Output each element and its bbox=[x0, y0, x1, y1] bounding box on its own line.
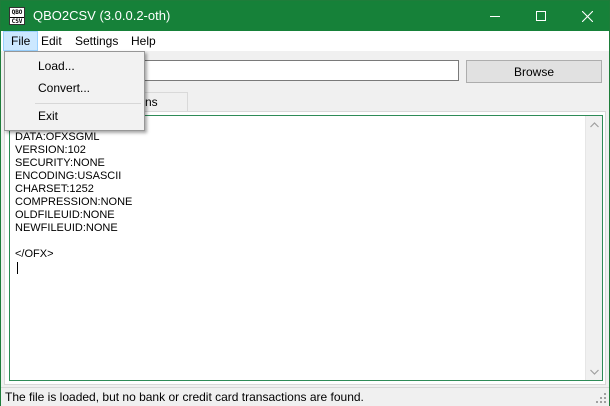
vertical-scrollbar[interactable] bbox=[585, 116, 602, 380]
file-dropdown-menu: Load... Convert... Exit bbox=[4, 51, 145, 131]
app-icon: QBO CSV bbox=[9, 7, 25, 25]
chevron-up-icon bbox=[590, 121, 599, 127]
minimize-icon bbox=[490, 15, 500, 17]
menu-settings[interactable]: Settings bbox=[68, 31, 125, 51]
tab-transactions-label: ns bbox=[145, 95, 158, 109]
menu-edit[interactable]: Edit bbox=[34, 31, 69, 51]
file-content-text: DATA:OFXSGML VERSION:102 SECURITY:NONE E… bbox=[15, 131, 133, 260]
maximize-icon bbox=[536, 11, 546, 21]
close-icon bbox=[581, 10, 593, 22]
menu-separator bbox=[35, 103, 141, 104]
status-text: The file is loaded, but no bank or credi… bbox=[5, 390, 364, 404]
tab-page: DATA:OFXSGML VERSION:102 SECURITY:NONE E… bbox=[4, 111, 606, 385]
app-icon-line-1: QBO bbox=[11, 9, 23, 16]
window-title: QBO2CSV (3.0.0.2-oth) bbox=[33, 8, 171, 23]
browse-button[interactable]: Browse bbox=[466, 60, 602, 83]
menu-item-exit[interactable]: Exit bbox=[7, 105, 142, 127]
text-caret bbox=[17, 262, 18, 274]
close-button[interactable] bbox=[564, 1, 610, 31]
menu-item-convert[interactable]: Convert... bbox=[7, 77, 142, 99]
menu-bar: File Edit Settings Help bbox=[1, 31, 609, 51]
chevron-down-icon bbox=[590, 369, 599, 375]
resize-grip-icon[interactable] bbox=[596, 393, 607, 404]
status-bar: The file is loaded, but no bank or credi… bbox=[1, 387, 609, 406]
maximize-button[interactable] bbox=[518, 1, 564, 31]
minimize-button[interactable] bbox=[472, 1, 518, 31]
scroll-down-button[interactable] bbox=[586, 363, 603, 380]
file-content-textarea[interactable]: DATA:OFXSGML VERSION:102 SECURITY:NONE E… bbox=[9, 115, 603, 381]
scroll-up-button[interactable] bbox=[586, 116, 603, 133]
app-window: QBO CSV QBO2CSV (3.0.0.2-oth) File Edit … bbox=[0, 0, 610, 406]
app-icon-line-2: CSV bbox=[10, 17, 24, 25]
menu-item-load[interactable]: Load... bbox=[7, 55, 142, 77]
menu-help[interactable]: Help bbox=[124, 31, 163, 51]
title-bar[interactable]: QBO CSV QBO2CSV (3.0.0.2-oth) bbox=[1, 1, 609, 31]
